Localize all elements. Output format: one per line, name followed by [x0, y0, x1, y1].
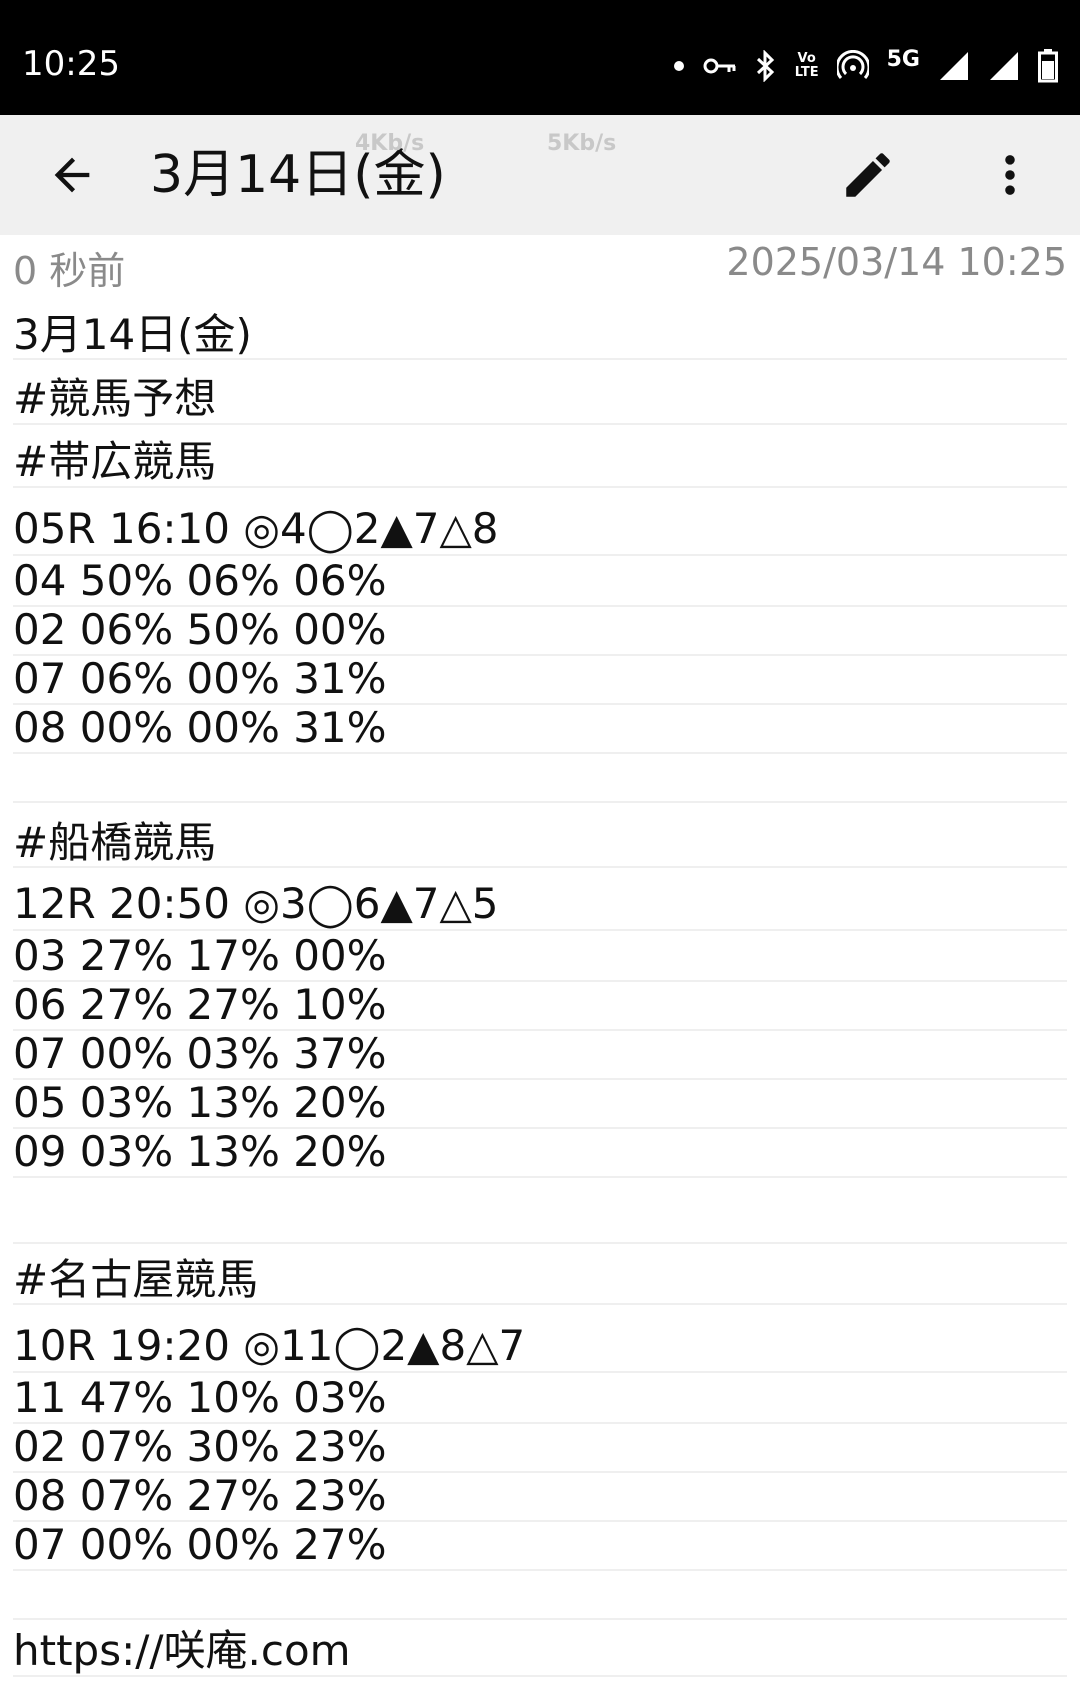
more-options-button[interactable]: [978, 143, 1042, 207]
timestamp: 2025/03/14 10:25: [726, 240, 1067, 284]
edit-button[interactable]: [836, 143, 900, 207]
upload-speed: 4Kb/s: [355, 131, 425, 156]
pencil-icon: [846, 153, 890, 197]
note-line: #船橋競馬: [13, 818, 1067, 868]
note-line: 06 27% 27% 10%: [13, 979, 1067, 1031]
app-toolbar: 3月14日(金) 4Kb/s 5Kb/s: [0, 115, 1080, 235]
signal-icon: [988, 50, 1020, 82]
note-line: 07 00% 03% 37%: [13, 1028, 1067, 1080]
note-line: 10R 19:20 ◎11◯2▲8△7: [13, 1319, 1067, 1373]
note-line: #帯広競馬: [13, 436, 1067, 488]
arrow-back-icon: [54, 157, 90, 193]
note-line: 04 50% 06% 06%: [13, 555, 1067, 607]
note-line: 03 27% 17% 00%: [13, 930, 1067, 982]
note-line: 02 06% 50% 00%: [13, 604, 1067, 656]
note-line: https://咲庵.com: [13, 1625, 1067, 1677]
note-line: 07 06% 00% 31%: [13, 653, 1067, 705]
note-line: [13, 1194, 1067, 1244]
note-line: #名古屋競馬: [13, 1255, 1067, 1305]
vpn-key-icon: [703, 55, 737, 77]
note-line: #競馬予想: [13, 373, 1067, 425]
note-line: [13, 753, 1067, 803]
status-icons: Vo LTE 5G: [673, 46, 1058, 86]
back-button[interactable]: [40, 143, 104, 207]
note-line: 07 00% 00% 27%: [13, 1519, 1067, 1571]
status-bar: 10:25 Vo LTE 5G: [0, 0, 1080, 115]
more-vert-icon: [1005, 155, 1015, 195]
bluetooth-icon: [755, 50, 777, 82]
signal-icon: [938, 50, 970, 82]
status-time: 10:25: [22, 44, 120, 84]
note-line: 05R 16:10 ◎4◯2▲7△8: [13, 502, 1067, 556]
network-type-label: 5G: [886, 46, 920, 72]
note-line: 09 03% 13% 20%: [13, 1126, 1067, 1178]
download-speed: 5Kb/s: [547, 131, 617, 156]
note-line: 08 07% 27% 23%: [13, 1470, 1067, 1522]
note-line: 12R 20:50 ◎3◯6▲7△5: [13, 877, 1067, 931]
relative-time: 0 秒前: [13, 249, 126, 293]
note-line: 05 03% 13% 20%: [13, 1077, 1067, 1129]
hotspot-icon: [836, 50, 869, 82]
volte-icon: Vo LTE: [794, 51, 819, 80]
dot-icon: [673, 60, 685, 72]
battery-icon: [1038, 49, 1058, 83]
note-meta: 0 秒前 2025/03/14 10:25: [0, 240, 1080, 293]
note-line: [13, 1570, 1067, 1620]
note-line: 08 00% 00% 31%: [13, 702, 1067, 754]
note-line: 11 47% 10% 03%: [13, 1372, 1067, 1424]
note-line: 3月14日(金): [13, 310, 1067, 360]
note-line: 02 07% 30% 23%: [13, 1421, 1067, 1473]
